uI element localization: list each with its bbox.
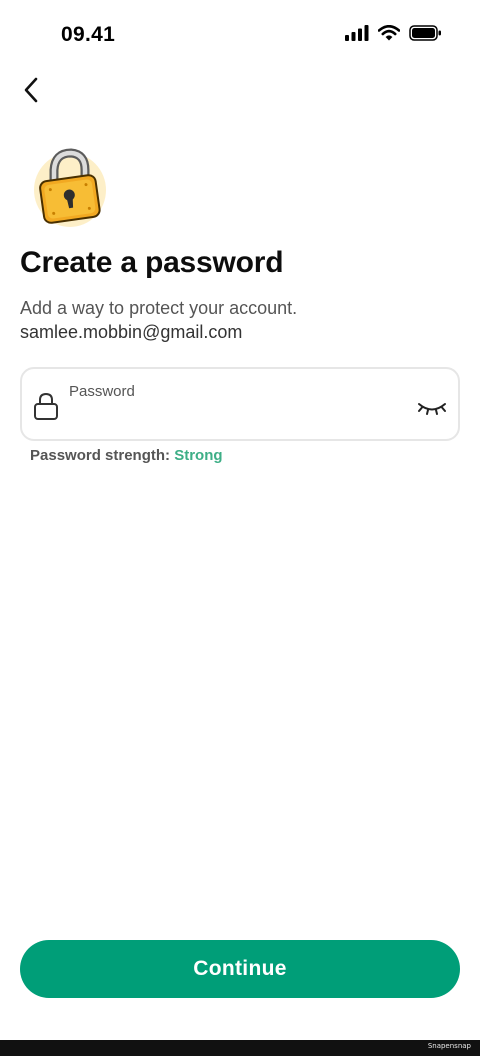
battery-icon: [409, 25, 442, 46]
account-email: samlee.mobbin@gmail.com: [20, 322, 243, 342]
lock-icon: [33, 391, 59, 426]
password-field[interactable]: Password: [20, 367, 460, 441]
subtitle: Add a way to protect your account.: [20, 298, 298, 318]
password-strength: Password strength: Strong: [30, 447, 223, 464]
padlock-illustration: [28, 148, 108, 235]
status-bar: 09.41: [0, 0, 480, 70]
continue-button[interactable]: Continue: [20, 940, 460, 998]
wifi-icon: [377, 24, 401, 46]
password-input[interactable]: [68, 405, 408, 431]
password-field-label: Password: [69, 383, 135, 400]
watermark: Snapensnap: [427, 1042, 471, 1050]
password-strength-label: Password strength:: [30, 447, 175, 464]
password-strength-value: Strong: [174, 447, 223, 464]
cellular-signal-icon: [345, 25, 369, 46]
eye-closed-icon[interactable]: [414, 395, 450, 421]
chevron-left-icon: [22, 77, 42, 108]
back-button[interactable]: [14, 74, 50, 110]
bottom-bar: Snapensnap: [0, 1040, 480, 1056]
status-time: 09.41: [61, 23, 116, 46]
status-icons: [345, 24, 442, 46]
page-title: Create a password: [20, 246, 284, 279]
create-password-screen: 09.41 Create a password Add a way to pro…: [0, 0, 480, 1056]
